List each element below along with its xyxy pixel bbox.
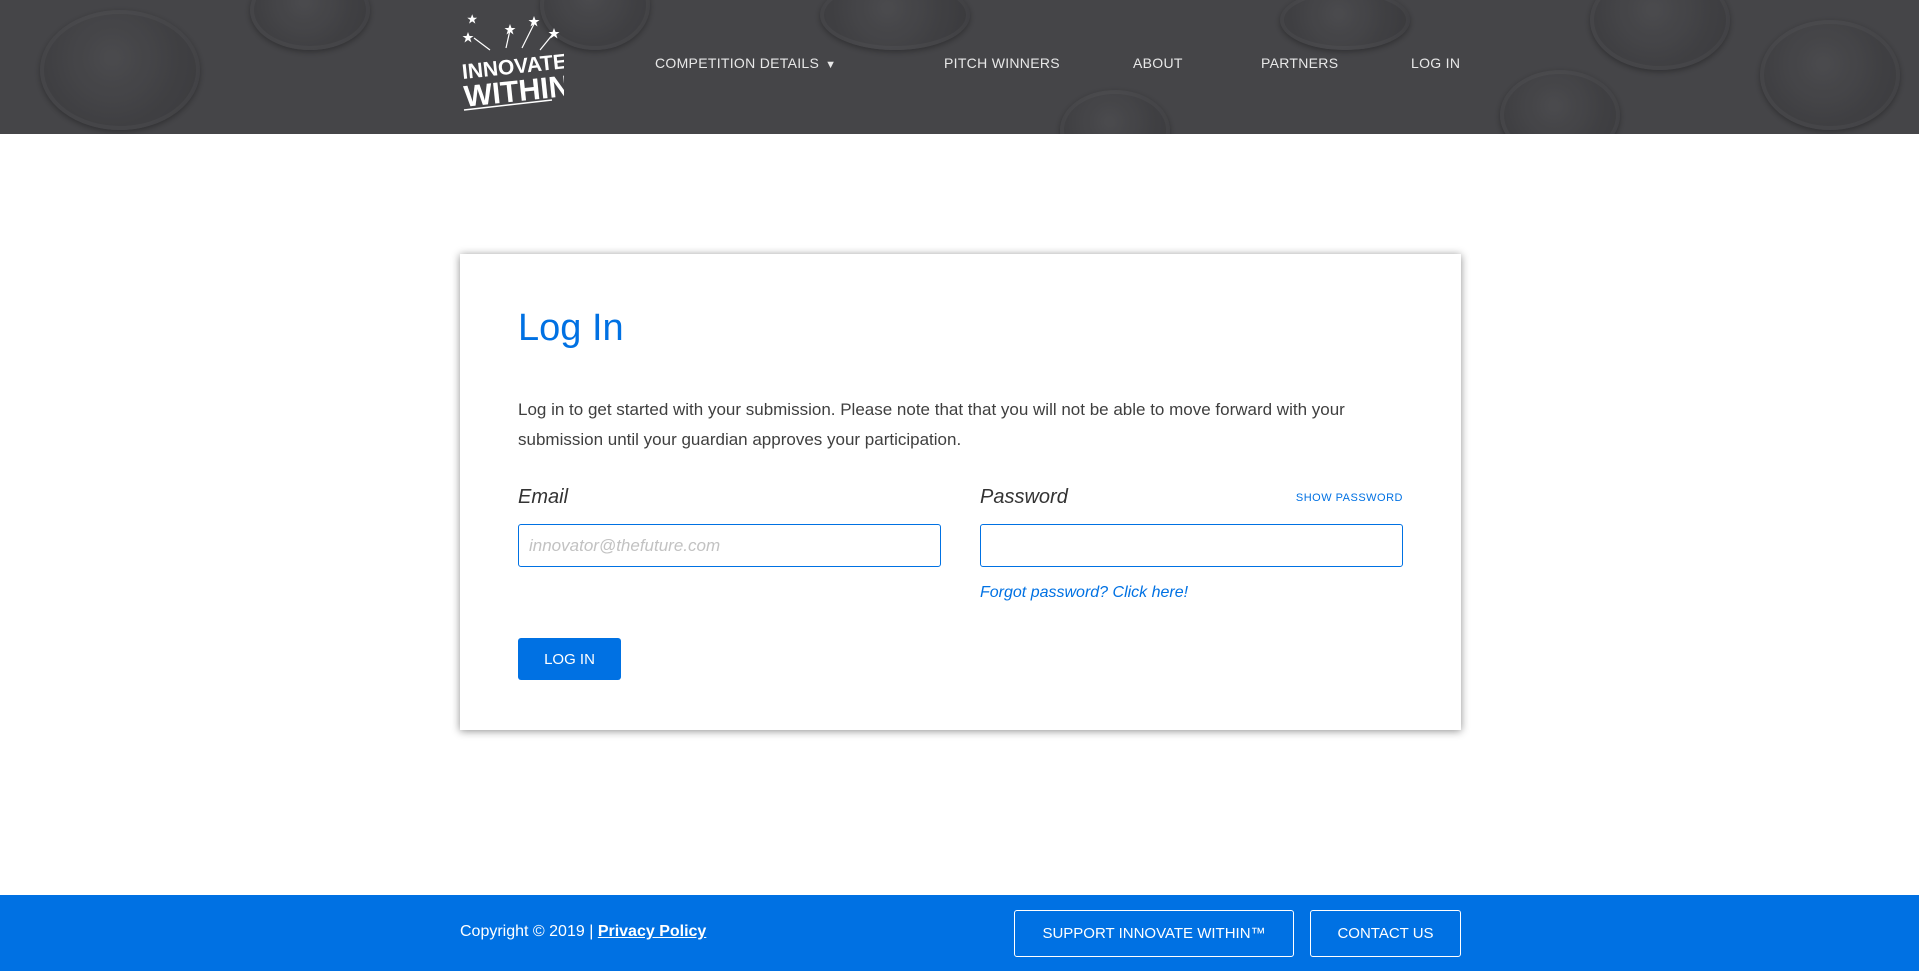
copyright-text: Copyright © 2019 | — [460, 923, 594, 940]
header-background-pin — [250, 0, 370, 50]
email-field[interactable] — [518, 524, 941, 567]
site-header: INNOVATE WITHIN COMPETITION DETAILS ▼ PIT… — [0, 0, 1919, 134]
login-card: Log In Log in to get started with your s… — [460, 254, 1461, 730]
login-description: Log in to get started with your submissi… — [518, 400, 1345, 449]
contact-us-button[interactable]: CONTACT US — [1310, 910, 1461, 957]
support-innovate-within-button[interactable]: SUPPORT INNOVATE WITHIN™ — [1014, 910, 1294, 957]
page-title: Log In — [518, 307, 624, 349]
privacy-policy-link[interactable]: Privacy Policy — [598, 923, 707, 940]
main-nav: COMPETITION DETAILS ▼ PITCH WINNERS ABOUT… — [460, 0, 1461, 134]
nav-log-in[interactable]: LOG IN — [1411, 55, 1460, 71]
forgot-password-link[interactable]: Forgot password? Click here! — [980, 584, 1188, 602]
nav-about[interactable]: ABOUT — [1133, 55, 1183, 71]
email-label: Email — [518, 486, 569, 508]
header-background-pin — [1590, 0, 1730, 70]
nav-pitch-winners[interactable]: PITCH WINNERS — [944, 55, 1060, 71]
copyright: Copyright © 2019 | Privacy Policy — [460, 923, 706, 941]
nav-partners[interactable]: PARTNERS — [1261, 55, 1338, 71]
site-footer: Copyright © 2019 | Privacy Policy SUPPOR… — [0, 895, 1919, 971]
header-background-pin — [1500, 70, 1620, 134]
nav-competition-details-label: COMPETITION DETAILS — [655, 55, 820, 71]
chevron-down-icon: ▼ — [825, 59, 837, 71]
login-button[interactable]: LOG IN — [518, 638, 621, 680]
password-label: Password — [980, 486, 1068, 508]
show-password-toggle[interactable]: SHOW PASSWORD — [1296, 492, 1403, 504]
password-field[interactable] — [980, 524, 1403, 567]
header-background-pin — [40, 10, 200, 130]
header-background-pin — [1760, 20, 1900, 130]
nav-competition-details[interactable]: COMPETITION DETAILS ▼ — [655, 55, 836, 71]
